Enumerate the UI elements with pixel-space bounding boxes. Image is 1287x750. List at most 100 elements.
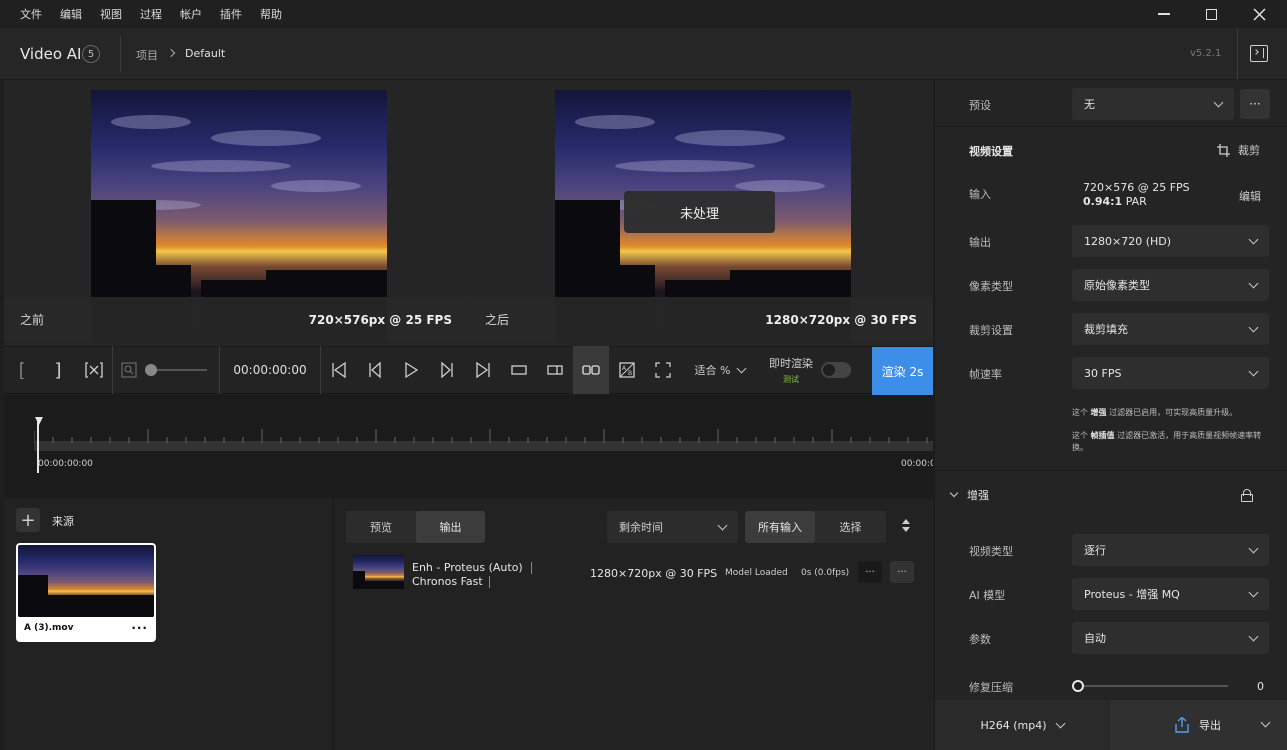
close-button[interactable]: [1236, 0, 1282, 28]
render-button[interactable]: 渲染 2s: [872, 347, 933, 395]
skip-end-icon[interactable]: [465, 361, 501, 379]
chevron-down-icon: [949, 488, 959, 498]
ai-model-label: AI 模型: [969, 589, 1006, 602]
source-card[interactable]: A (3).mov ···: [16, 543, 156, 642]
menu-help[interactable]: 帮助: [260, 6, 282, 22]
output-more-icon[interactable]: ···: [858, 561, 882, 583]
output-status: Model Loaded: [725, 568, 788, 578]
breadcrumb-projects[interactable]: 项目: [136, 47, 158, 63]
crop-settings-value: 裁剪填充: [1084, 323, 1128, 336]
parameters-dropdown[interactable]: 自动: [1072, 622, 1269, 654]
note2-prefix: 这个: [1072, 431, 1088, 440]
filter-all-inputs[interactable]: 所有输入: [745, 511, 815, 543]
repair-compression-slider[interactable]: [1072, 680, 1228, 692]
breadcrumb-chevron-icon: [166, 48, 176, 58]
fullscreen-icon[interactable]: [645, 361, 681, 379]
parameters-value: 自动: [1084, 632, 1106, 645]
prev-frame-icon[interactable]: [357, 361, 393, 379]
toggle-panel-icon[interactable]: [1250, 45, 1268, 62]
preset-dropdown[interactable]: 无: [1072, 88, 1234, 120]
clear-marks-icon[interactable]: [76, 361, 112, 379]
sort-order-icon[interactable]: [902, 519, 910, 532]
chevron-down-icon: [1248, 366, 1259, 376]
preset-more-icon[interactable]: ···: [1240, 89, 1270, 119]
output-menu-icon[interactable]: ···: [890, 561, 914, 583]
fit-zoom-label: 适合 %: [694, 364, 731, 377]
fit-zoom-dropdown[interactable]: 适合 %: [687, 362, 753, 378]
instant-render-group: 即时渲染 测试: [767, 355, 815, 385]
playhead-handle[interactable]: [35, 417, 43, 425]
more-options-icon[interactable]: ···: [131, 621, 148, 635]
crop-icon: [1217, 143, 1230, 157]
pixel-type-dropdown[interactable]: 原始像素类型: [1072, 269, 1269, 301]
enhance-section-toggle[interactable]: 增强: [949, 487, 989, 503]
minimize-button[interactable]: [1141, 0, 1187, 28]
mark-out-icon[interactable]: ]: [40, 360, 76, 381]
crop-settings-dropdown[interactable]: 裁剪填充: [1072, 313, 1269, 345]
sort-dropdown[interactable]: 剩余时间: [607, 511, 738, 543]
menu-account[interactable]: 帐户: [180, 6, 202, 22]
before-info-bar: 之前 720×576px @ 25 FPS: [4, 297, 468, 342]
video-type-dropdown[interactable]: 逐行: [1072, 534, 1269, 566]
instant-render-toggle[interactable]: [821, 362, 851, 378]
chevron-down-icon: [1213, 97, 1224, 107]
preview-area: 之前 720×576px @ 25 FPS 未处理 之后 1280×720px …: [4, 80, 933, 346]
frame-rate-dropdown[interactable]: 30 FPS: [1072, 357, 1269, 389]
filter-select[interactable]: 选择: [815, 511, 886, 543]
input-par-unit: PAR: [1125, 195, 1147, 208]
sort-label: 剩余时间: [619, 521, 663, 534]
before-resolution: 720×576px @ 25 FPS: [308, 312, 452, 327]
video-type-label: 视频类型: [969, 545, 1013, 558]
menu-view[interactable]: 视图: [100, 6, 122, 22]
edit-input-link[interactable]: 编辑: [1239, 188, 1261, 204]
skip-start-icon[interactable]: [321, 361, 357, 379]
export-label: 导出: [1199, 719, 1221, 732]
play-icon[interactable]: [393, 361, 429, 379]
chevron-down-icon: [717, 520, 728, 530]
tab-output[interactable]: 输出: [416, 511, 485, 543]
output-resolution-dropdown[interactable]: 1280×720 (HD): [1072, 225, 1269, 257]
split-view-icon[interactable]: [537, 361, 573, 379]
enhance-note: 这个 增强 过滤器已启用，可实现高质量升级。: [1072, 407, 1272, 419]
single-view-icon[interactable]: [501, 361, 537, 379]
compare-ab-icon[interactable]: AB: [609, 361, 645, 379]
video-settings-title: 视频设置: [969, 145, 1013, 158]
note1-suffix: 过滤器已启用，可实现高质量升级。: [1109, 408, 1238, 417]
interpolation-note: 这个 帧插值 过滤器已激活，用于高质量视频帧速率转换。: [1072, 430, 1272, 454]
lock-icon[interactable]: [1241, 489, 1253, 502]
parameters-label: 参数: [969, 633, 991, 646]
zoom-slider[interactable]: [145, 360, 209, 380]
preset-value: 无: [1084, 98, 1095, 111]
after-resolution: 1280×720px @ 30 FPS: [765, 312, 917, 327]
before-label: 之前: [20, 313, 45, 327]
input-label: 输入: [969, 188, 991, 201]
unprocessed-overlay: 未处理: [624, 191, 775, 233]
format-selector[interactable]: H264 (mp4): [935, 700, 1109, 750]
maximize-button[interactable]: [1188, 0, 1234, 28]
timeline-end-time: 00:00:0: [901, 459, 933, 469]
ai-model-dropdown[interactable]: Proteus - 增强 MQ: [1072, 578, 1269, 610]
zoom-icon[interactable]: [113, 362, 145, 378]
chevron-down-icon: [1248, 543, 1259, 553]
frame-rate-label: 帧速率: [969, 368, 1002, 381]
tab-preview[interactable]: 预览: [346, 511, 416, 543]
output-thumbnail: [353, 555, 404, 589]
menu-file[interactable]: 文件: [20, 6, 42, 22]
output-resolution-value: 1280×720 (HD): [1084, 234, 1172, 248]
mark-in-icon[interactable]: [: [4, 360, 40, 381]
menu-plugins[interactable]: 插件: [220, 6, 242, 22]
timecode-display[interactable]: 00:00:00:00: [220, 363, 320, 377]
chevron-down-icon: [737, 363, 747, 373]
maximize-icon: [1205, 8, 1217, 20]
filter-tabs: 所有输入 选择: [745, 511, 886, 543]
crop-button[interactable]: 裁剪: [1217, 142, 1260, 158]
next-frame-icon[interactable]: [429, 361, 465, 379]
menu-edit[interactable]: 编辑: [60, 6, 82, 22]
menu-process[interactable]: 过程: [140, 6, 162, 22]
add-source-button[interactable]: +: [16, 508, 40, 532]
side-by-side-view-icon[interactable]: [573, 346, 609, 394]
timeline[interactable]: 00:00:00:00 00:00:0: [4, 395, 933, 497]
after-info-bar: 之后 1280×720px @ 30 FPS: [469, 297, 933, 342]
breadcrumb-current[interactable]: Default: [185, 47, 225, 60]
export-button[interactable]: 导出: [1110, 700, 1287, 750]
